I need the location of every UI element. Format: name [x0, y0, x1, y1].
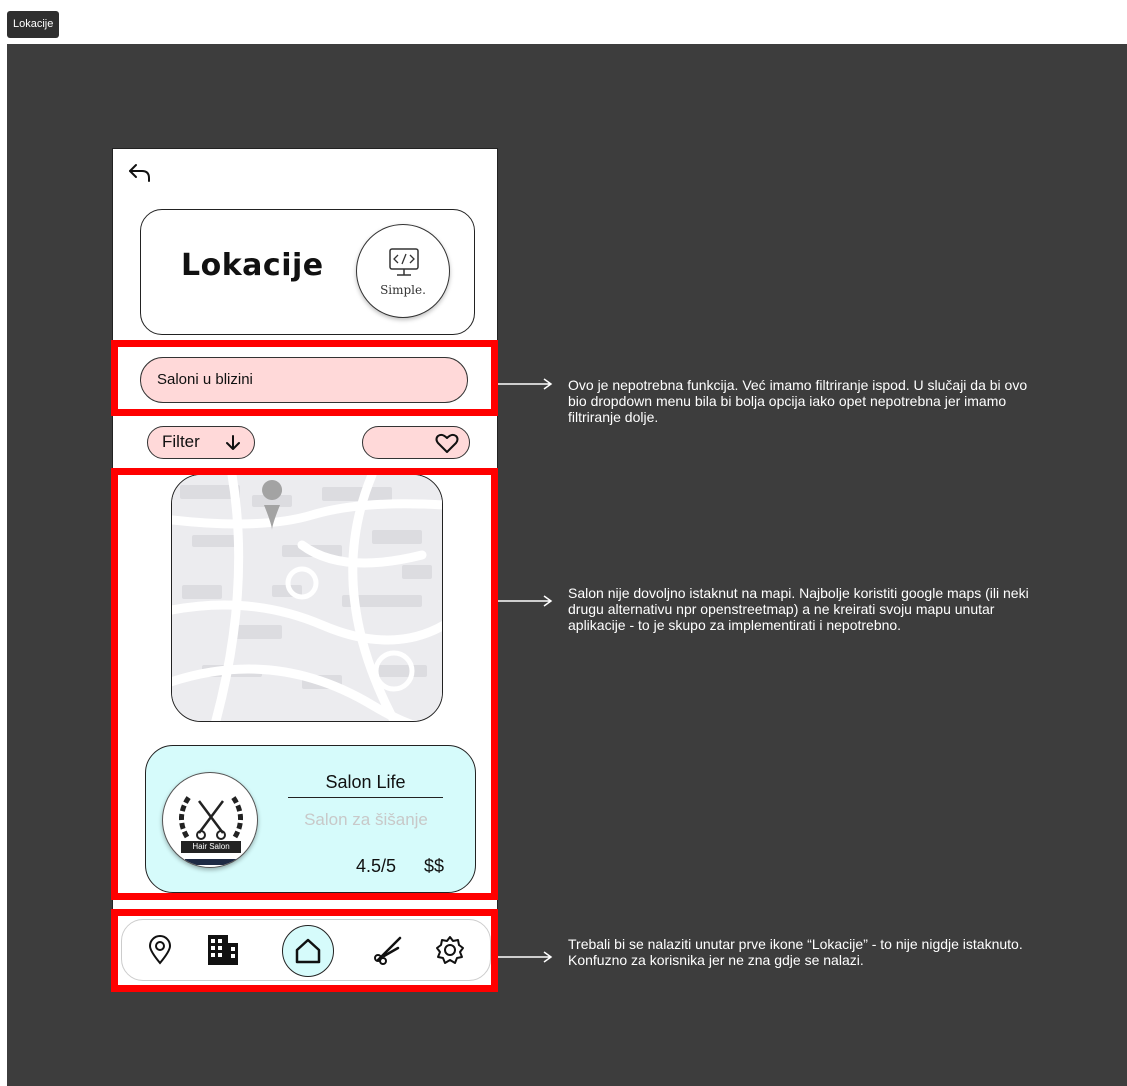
annotation-note-nav: Trebali bi se nalaziti unutar prve ikone… — [568, 936, 1023, 968]
monitor-code-icon — [389, 248, 419, 276]
favorites-button[interactable] — [362, 426, 470, 459]
app-logo: Simple. — [356, 224, 450, 318]
annotation-note-search: Ovo je nepotrebna funkcija. Već imamo fi… — [568, 377, 1028, 425]
annotation-arrow-icon — [498, 378, 553, 390]
highlight-box-search — [111, 340, 498, 416]
highlight-box-nav — [111, 909, 498, 992]
page-title: Lokacije — [181, 248, 324, 283]
annotation-arrow-icon — [498, 951, 553, 963]
frame-label: Lokacije — [7, 11, 60, 38]
annotation-arrow-icon — [498, 595, 553, 607]
logo-text: Simple. — [380, 283, 426, 297]
arrow-down-icon — [226, 435, 240, 450]
highlight-box-map — [111, 468, 498, 900]
filter-button[interactable]: Filter — [147, 426, 255, 459]
header-card: Lokacije Simple. — [140, 209, 475, 335]
heart-icon — [435, 433, 459, 453]
annotation-note-map: Salon nije dovoljno istaknut na mapi. Na… — [568, 585, 1029, 633]
filter-label: Filter — [162, 432, 200, 451]
back-arrow-icon[interactable] — [127, 161, 153, 185]
